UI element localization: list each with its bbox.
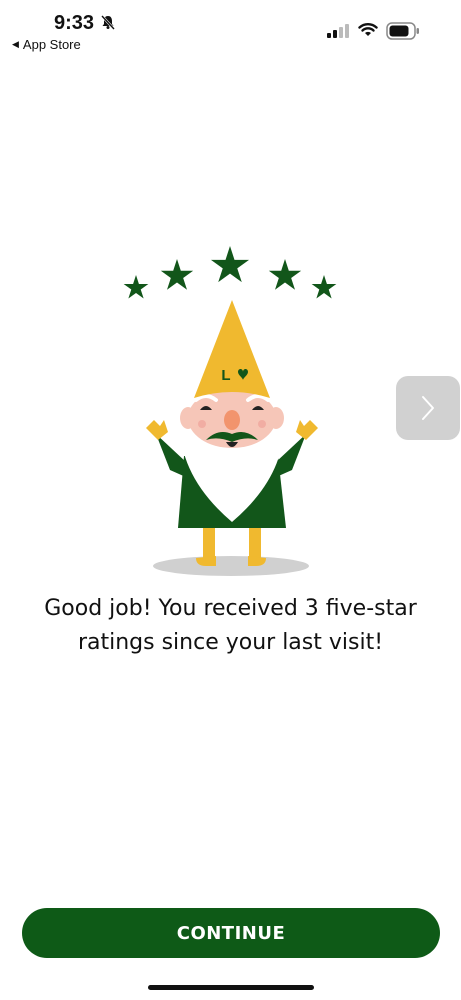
- star-icon: [160, 259, 194, 290]
- battery-icon: [386, 22, 420, 45]
- signal-icon: [327, 24, 349, 43]
- back-label: App Store: [22, 37, 81, 52]
- home-indicator: [148, 985, 314, 990]
- message-line-2: ratings since your last visit!: [77, 630, 384, 655]
- star-icon: [268, 259, 302, 290]
- congrats-message: Good job! You received 3 five-star ratin…: [0, 592, 461, 660]
- star-icon: [210, 246, 250, 283]
- status-bar: 9:33 ◀ App Store: [0, 0, 461, 60]
- message-line-1: Good job! You received 3 five-star: [44, 596, 417, 621]
- back-triangle-icon: ◀: [12, 39, 19, 49]
- back-to-app-store[interactable]: ◀ App Store: [12, 37, 81, 52]
- next-button[interactable]: [396, 376, 460, 440]
- bell-slash-icon: [100, 14, 116, 35]
- continue-button[interactable]: CONTINUE: [22, 908, 440, 958]
- chevron-right-icon: [422, 396, 434, 420]
- star-icon: [123, 275, 149, 299]
- star-icon: [311, 275, 337, 299]
- wifi-icon: [358, 22, 378, 43]
- gnome-illustration: L: [110, 240, 350, 585]
- hat-badge-letter: L: [221, 367, 230, 384]
- status-time: 9:33: [54, 12, 95, 34]
